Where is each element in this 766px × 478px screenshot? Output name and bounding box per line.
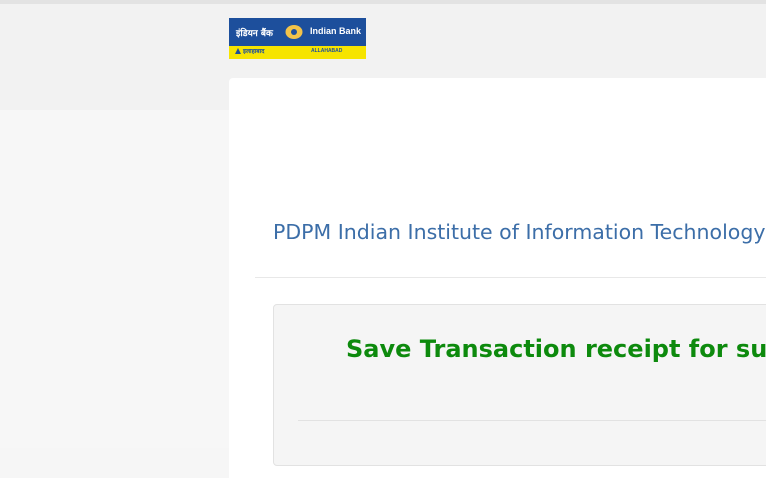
card-divider: [298, 420, 766, 421]
bank-emblem-icon: [285, 25, 303, 39]
allahabad-triangle-icon: [235, 48, 241, 54]
logo-english-name: Indian Bank: [310, 26, 362, 36]
logo-sub-english: ALLAHABAD: [311, 48, 343, 54]
logo-hindi-name: इंडियन बैंक: [236, 29, 273, 39]
indian-bank-logo: इंडियन बैंक Indian Bank इलाहाबाद ALLAHAB…: [229, 18, 366, 59]
receipt-card: [273, 304, 766, 466]
receipt-message: Save Transaction receipt for succ: [346, 335, 766, 363]
institute-title: PDPM Indian Institute of Information Tec…: [273, 220, 766, 244]
logo-sub-hindi: इलाहाबाद: [243, 48, 265, 55]
left-pane: [0, 110, 229, 448]
title-divider: [255, 277, 766, 278]
